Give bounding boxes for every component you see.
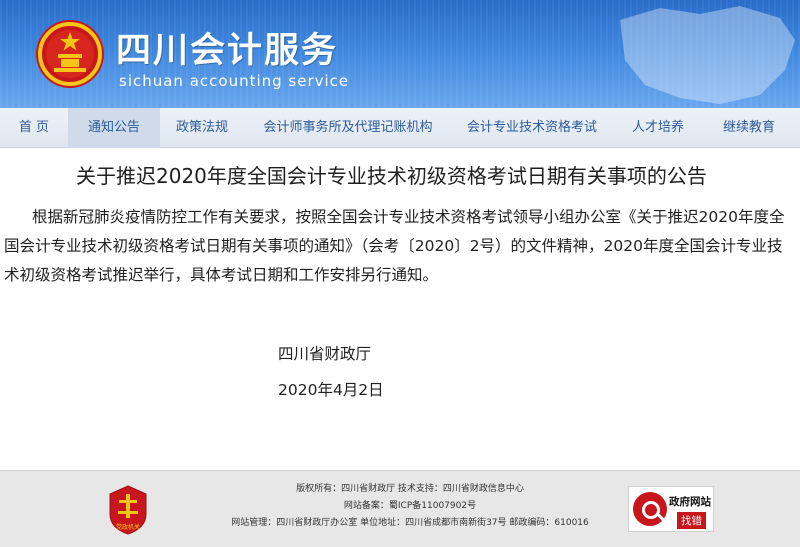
report-error-label: 找错: [677, 512, 706, 529]
footer-info: 版权所有：四川省财政厅 技术支持：四川省财政信息中心 网站备案：蜀ICP备110…: [200, 481, 620, 532]
nav-talent[interactable]: 人才培养: [612, 108, 704, 148]
site-header: 四川会计服务 sichuan accounting service: [0, 0, 800, 108]
article-paragraph: 根据新冠肺炎疫情防控工作有关要求，按照全国会计专业技术资格考试领导小组办公室《关…: [4, 208, 785, 284]
sichuan-map-graphic: [620, 6, 795, 104]
party-government-badge-icon[interactable]: 党政机关: [106, 484, 150, 536]
footer-management: 网站管理：四川省财政厅办公室 单位地址：四川省成都市南新街37号 邮政编码：61…: [231, 518, 589, 528]
nav-home[interactable]: 首 页: [0, 108, 68, 148]
nav-continuing-education[interactable]: 继续教育: [704, 108, 794, 148]
article-signature: 四川省财政厅 2020年4月2日: [278, 336, 384, 408]
main-nav: 首 页 通知公告 政策法规 会计师事务所及代理记账机构 会计专业技术资格考试 人…: [0, 108, 800, 148]
article-body: 根据新冠肺炎疫情防控工作有关要求，按照全国会计专业技术资格考试领导小组办公室《关…: [4, 203, 794, 290]
party-government-badge-label: 党政机关: [116, 523, 140, 531]
national-emblem-icon: [36, 20, 104, 88]
footer-icp[interactable]: 网站备案：蜀ICP备11007902号: [200, 498, 620, 515]
site-title: 四川会计服务: [116, 31, 339, 71]
gov-site-error-report-badge[interactable]: 政府网站 找错: [628, 486, 714, 532]
nav-qualification-exam[interactable]: 会计专业技术资格考试: [452, 108, 612, 148]
nav-accounting-firms[interactable]: 会计师事务所及代理记账机构: [244, 108, 452, 148]
nav-notices[interactable]: 通知公告: [68, 108, 160, 148]
site-subtitle: sichuan accounting service: [119, 72, 350, 90]
issuer-name: 四川省财政厅: [278, 345, 372, 363]
gov-site-label: 政府网站: [669, 496, 711, 508]
footer-copyright: 版权所有：四川省财政厅 技术支持：四川省财政信息中心: [296, 484, 524, 494]
nav-policy[interactable]: 政策法规: [160, 108, 244, 148]
article-title: 关于推迟2020年度全国会计专业技术初级资格考试日期有关事项的公告: [76, 164, 707, 188]
issue-date: 2020年4月2日: [278, 381, 384, 399]
